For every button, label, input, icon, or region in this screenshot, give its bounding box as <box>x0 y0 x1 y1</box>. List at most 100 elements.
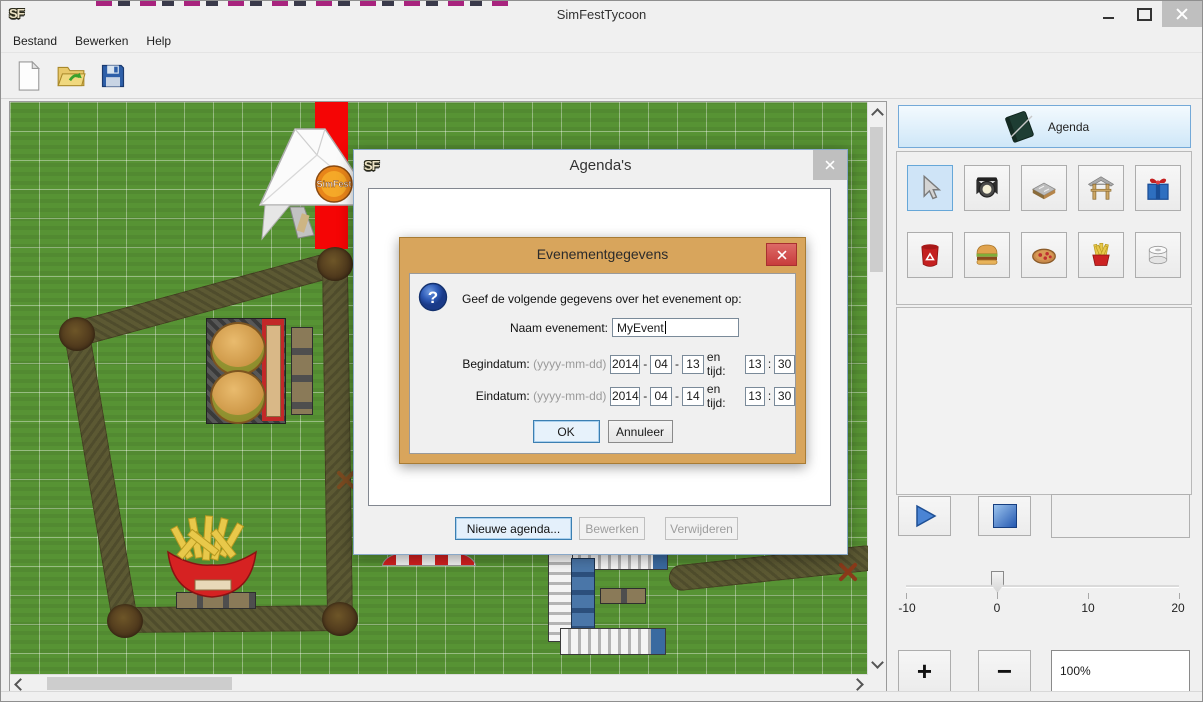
window-title: SimFestTycoon <box>1 7 1202 22</box>
path-junction[interactable] <box>317 247 353 281</box>
horizontal-scrollbar[interactable] <box>10 674 868 692</box>
bench[interactable] <box>291 327 313 415</box>
vertical-scrollbar[interactable] <box>867 102 886 675</box>
end-hour-input[interactable]: 13 <box>745 387 765 406</box>
close-icon <box>825 160 835 170</box>
event-name-value: MyEvent <box>617 321 664 335</box>
begin-month-input[interactable]: 04 <box>650 355 672 374</box>
windmill-marker[interactable] <box>836 560 860 584</box>
tool-spotlight-button[interactable] <box>964 165 1010 211</box>
event-name-input[interactable]: MyEvent <box>612 318 739 337</box>
end-month-input[interactable]: 04 <box>650 387 672 406</box>
new-document-icon <box>16 60 42 92</box>
menu-bar: Bestand Bewerken Help <box>1 29 1202 53</box>
save-button[interactable] <box>97 58 129 94</box>
tool-fries-button[interactable] <box>1078 232 1124 278</box>
open-file-button[interactable] <box>55 58 87 94</box>
vertical-scroll-thumb[interactable] <box>870 127 883 272</box>
path-right-vertical[interactable] <box>322 264 353 620</box>
agendas-dialog-title: Agenda's <box>354 157 847 174</box>
new-file-button[interactable] <box>13 58 45 94</box>
speed-slider-track[interactable] <box>906 585 1179 588</box>
zoom-level-field[interactable]: 100% <box>1051 650 1190 692</box>
fries-stand[interactable] <box>160 512 264 608</box>
agendas-dialog-titlebar[interactable]: SF Agenda's <box>354 150 847 182</box>
cancel-button[interactable]: Annuleer <box>608 420 673 443</box>
path-junction[interactable] <box>322 602 358 636</box>
burger-icon <box>972 240 1002 270</box>
zoom-level-value: 100% <box>1060 664 1091 678</box>
end-minute-input[interactable]: 30 <box>774 387 795 406</box>
item-list-panel[interactable] <box>896 307 1192 495</box>
event-close-button[interactable] <box>766 243 797 266</box>
slider-tick <box>1179 593 1180 599</box>
menu-bewerken[interactable]: Bewerken <box>75 34 128 48</box>
fries-icon <box>1087 240 1115 270</box>
tool-pizza-button[interactable] <box>1021 232 1067 278</box>
path-left[interactable] <box>64 332 138 623</box>
toolbar <box>1 53 1202 99</box>
begin-hour-input[interactable]: 13 <box>745 355 765 374</box>
tool-burger-button[interactable] <box>964 232 1010 278</box>
agenda-button[interactable]: Agenda <box>898 105 1191 148</box>
date-format-hint: (yyyy-mm-dd) <box>533 357 606 371</box>
delete-agenda-button[interactable]: Verwijderen <box>665 517 738 540</box>
minimize-button[interactable] <box>1090 1 1126 27</box>
begin-year-input[interactable]: 2014 <box>610 355 640 374</box>
close-button[interactable] <box>1162 1 1202 27</box>
tool-stage-button[interactable] <box>1021 165 1067 211</box>
date-separator: - <box>643 357 647 371</box>
minimize-icon <box>1103 17 1114 19</box>
tool-gate-button[interactable] <box>1078 165 1124 211</box>
tool-cursor-button[interactable] <box>907 165 953 211</box>
tool-gift-button[interactable] <box>1135 165 1181 211</box>
tool-toilet-paper-button[interactable] <box>1135 232 1181 278</box>
time-prefix-label: en tijd: <box>707 382 742 410</box>
menu-help[interactable]: Help <box>146 34 171 48</box>
path-bottom[interactable] <box>123 605 343 633</box>
agenda-button-label: Agenda <box>1048 120 1089 134</box>
stand-counter <box>266 325 281 417</box>
play-button[interactable] <box>898 496 951 536</box>
zoom-out-button[interactable]: − <box>978 650 1031 692</box>
horizontal-scroll-thumb[interactable] <box>47 677 232 690</box>
end-day-input[interactable]: 14 <box>682 387 704 406</box>
grandstand-cap <box>651 629 665 654</box>
speed-slider-thumb[interactable] <box>991 571 1004 593</box>
burger-prop[interactable] <box>210 322 266 376</box>
stop-icon <box>993 504 1017 528</box>
date-format-hint: (yyyy-mm-dd) <box>533 389 606 403</box>
close-icon <box>777 250 787 260</box>
tent-logo-text: SimFest <box>316 179 351 189</box>
menu-bestand[interactable]: Bestand <box>13 34 57 48</box>
scroll-up-icon[interactable] <box>871 108 884 121</box>
scroll-down-icon[interactable] <box>871 656 884 669</box>
slider-tick <box>997 593 998 599</box>
tool-trashcan-button[interactable] <box>907 232 953 278</box>
burger-prop[interactable] <box>210 370 266 424</box>
stop-button[interactable] <box>978 496 1031 536</box>
window-bottom-edge <box>1 691 1202 701</box>
edit-agenda-button[interactable]: Bewerken <box>579 517 645 540</box>
slider-label: 20 <box>1171 601 1184 615</box>
scroll-right-icon[interactable] <box>851 678 864 691</box>
begin-day-input[interactable]: 13 <box>682 355 704 374</box>
gift-icon <box>1143 173 1173 203</box>
end-year-input[interactable]: 2014 <box>610 387 640 406</box>
begin-minute-input[interactable]: 30 <box>774 355 795 374</box>
ok-button[interactable]: OK <box>533 420 600 443</box>
path-junction[interactable] <box>107 604 143 638</box>
new-agenda-button[interactable]: Nieuwe agenda... <box>455 517 572 540</box>
bench[interactable] <box>600 588 646 604</box>
event-name-label: Naam evenement: <box>410 321 612 335</box>
zoom-in-button[interactable]: + <box>898 650 951 692</box>
scroll-left-icon[interactable] <box>14 678 27 691</box>
grandstand[interactable] <box>548 548 680 660</box>
toilet-paper-icon <box>1143 240 1173 270</box>
path-junction[interactable] <box>59 317 95 351</box>
maximize-button[interactable] <box>1126 1 1162 27</box>
tool-palette <box>896 151 1192 305</box>
agendas-close-button[interactable] <box>813 150 847 180</box>
spotlight-icon <box>972 173 1002 203</box>
text-caret <box>665 321 666 334</box>
